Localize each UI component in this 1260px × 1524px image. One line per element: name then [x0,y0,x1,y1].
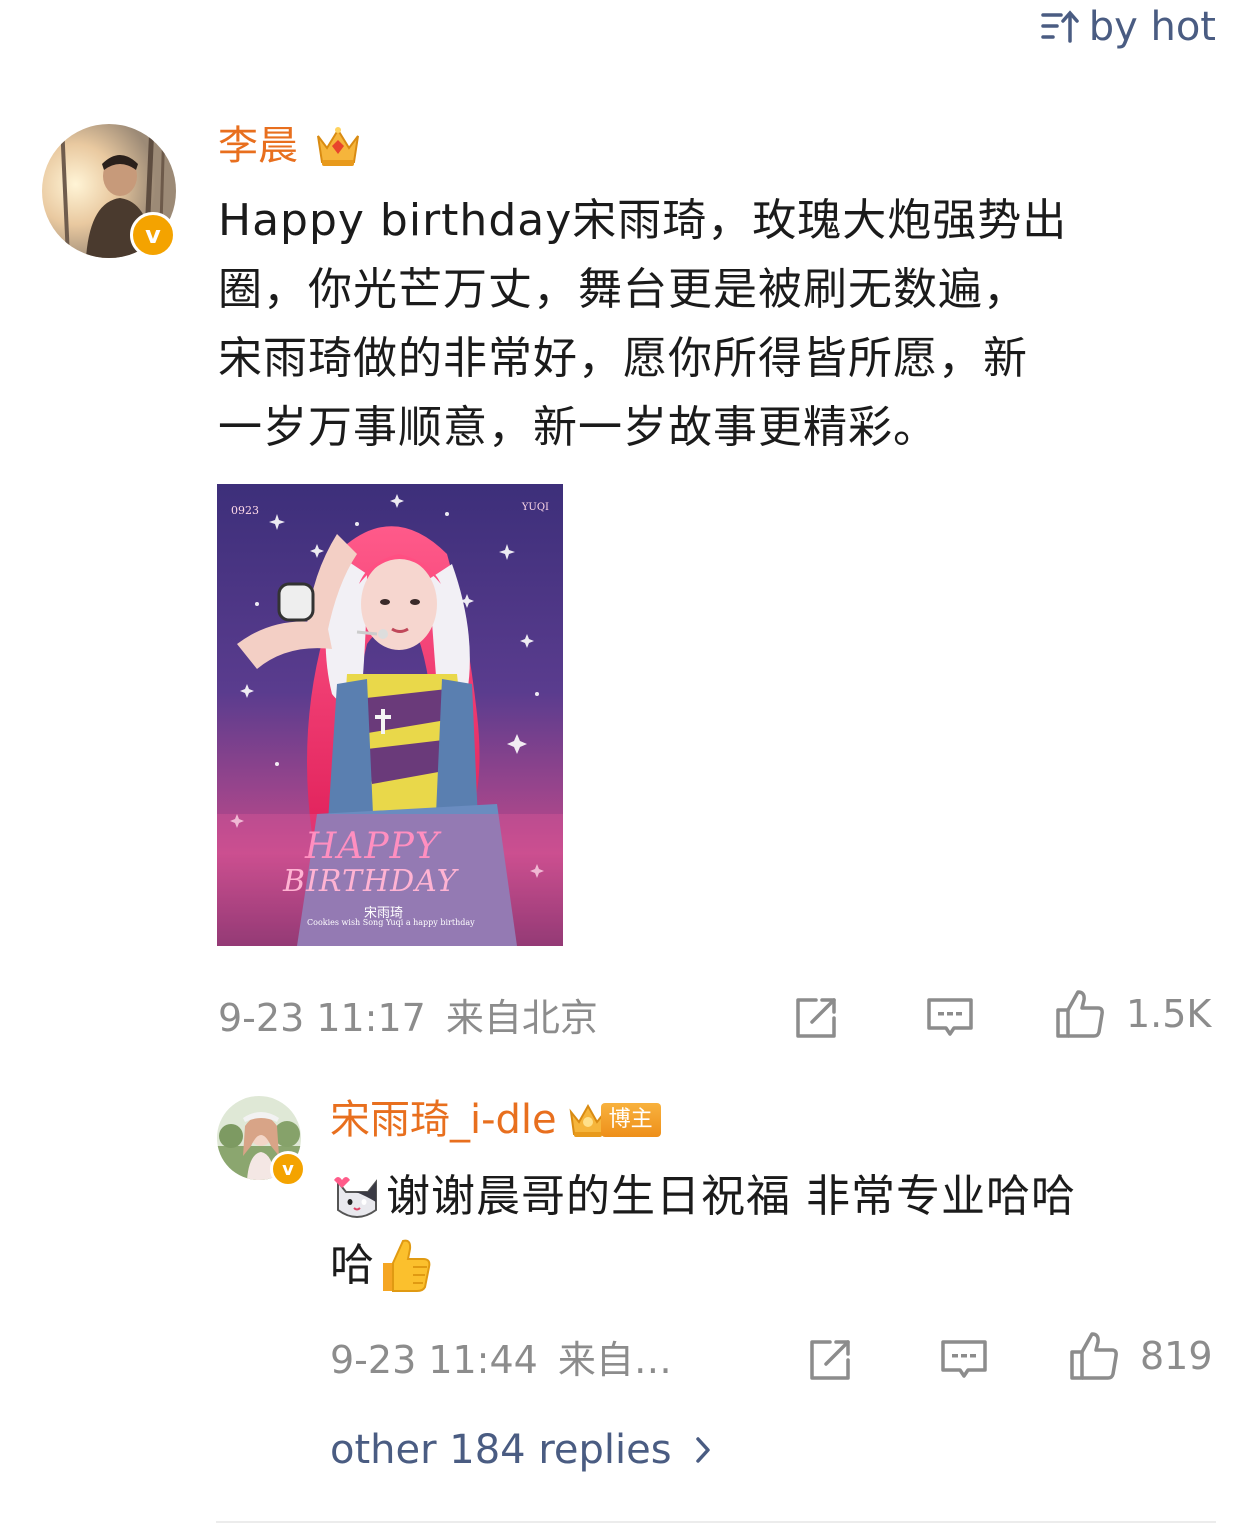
reply-share-icon[interactable] [804,1334,856,1386]
thumbs-up-icon [1056,990,1104,1038]
reply-author-name[interactable]: 宋雨琦_i-dle [330,1096,557,1144]
reply-text-line-1: 谢谢晨哥的生日祝福 非常专业哈哈 [386,1171,1076,1222]
poster-caption: Cookies wish Song Yuqi a happy birthday [307,918,475,927]
author-tag-label: 博主 [600,1103,661,1137]
comment-location: 来自北京 [445,996,598,1040]
sort-icon [1040,10,1079,43]
like-button[interactable]: 1.5K [1054,988,1211,1040]
poster-date: 0923 [231,504,259,517]
divider [216,1521,1216,1523]
poster-tag: YUQI [521,502,549,513]
comment-text-line-1: Happy birthday宋雨琦，玫瑰大炮强势出 [218,195,1068,246]
sort-label: by hot [1088,4,1216,50]
comment-text-line-3: 宋雨琦做的非常好，愿你所得皆所愿，新 [218,333,1028,384]
poster-headline-happy: HAPPY [305,826,440,867]
reply-time: 9-23 11:44 [330,1338,538,1382]
comment-text-line-2: 圈，你光芒万丈，舞台更是被刷无数遍， [218,264,1028,315]
reply-thumbs-up-icon [1070,1332,1118,1380]
reply-text-line-2: 哈 [330,1240,375,1291]
reply-location: 来自… [557,1338,672,1382]
like-count: 1.5K [1126,992,1212,1036]
more-replies-link[interactable]: other 184 replies [330,1426,712,1474]
poster-headline-birthday: BIRTHDAY [283,864,458,899]
more-replies-label: other 184 replies [330,1427,672,1473]
cat-emoji-icon [334,1176,377,1218]
comment-icon[interactable] [924,992,976,1044]
reply-like-count: 819 [1140,1334,1213,1378]
thumbs-up-emoji-icon [383,1239,431,1292]
reply-verified-badge-icon: v [270,1151,306,1187]
comment-time: 9-23 11:17 [218,996,426,1040]
crown-badge-icon [317,127,359,166]
reply-comment-icon[interactable] [938,1334,990,1386]
birthday-poster-image[interactable]: 0923 YUQI HAPPY BIRTHDAY 宋雨琦 Cookies wis… [217,484,563,946]
share-icon[interactable] [790,992,842,1044]
reply-like-button[interactable]: 819 [1068,1330,1213,1382]
comment-text-line-4: 一岁万事顺意，新一岁故事更精彩。 [218,402,938,453]
chevron-right-icon [695,1437,710,1463]
commenter-name[interactable]: 李晨 [218,122,298,170]
author-tag: 博主 [567,1100,661,1140]
verified-badge-icon: v [130,212,176,258]
sort-by-hot-button[interactable]: by hot [1039,6,1216,48]
